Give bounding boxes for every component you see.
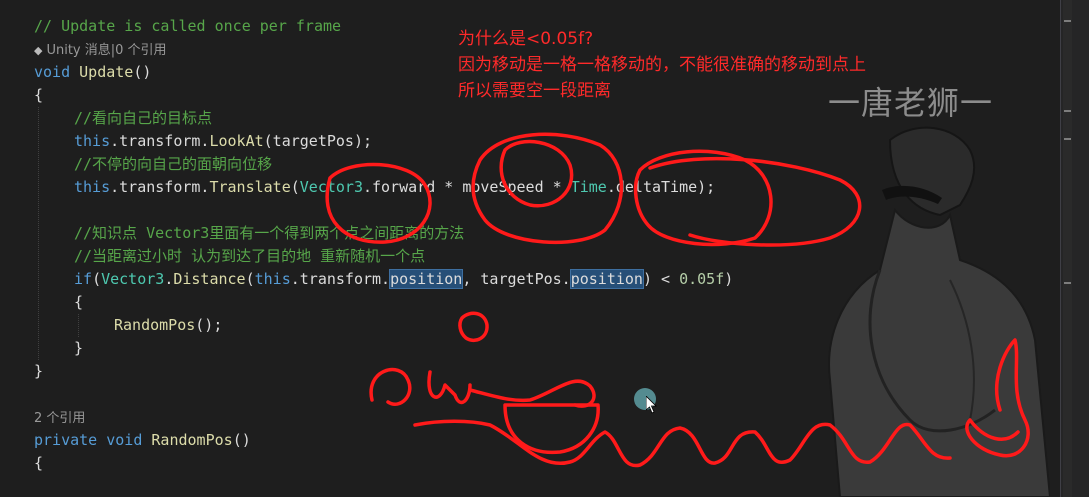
ink-scribble-2 — [427, 370, 472, 405]
ink-wave — [413, 419, 952, 468]
ink-circle-forward — [471, 132, 624, 245]
ink-right-mark — [965, 338, 1030, 458]
ink-circle-vector3 — [325, 162, 432, 244]
ink-circle-position — [458, 311, 489, 343]
ink-scribble-1 — [369, 368, 412, 406]
ink-circle-deltatime — [648, 156, 862, 247]
ink-circle-movespeed — [499, 139, 574, 208]
ink-scribble-3 — [468, 379, 596, 408]
mouse-pointer-icon — [646, 396, 657, 414]
red-pen-drawing — [325, 132, 1030, 468]
